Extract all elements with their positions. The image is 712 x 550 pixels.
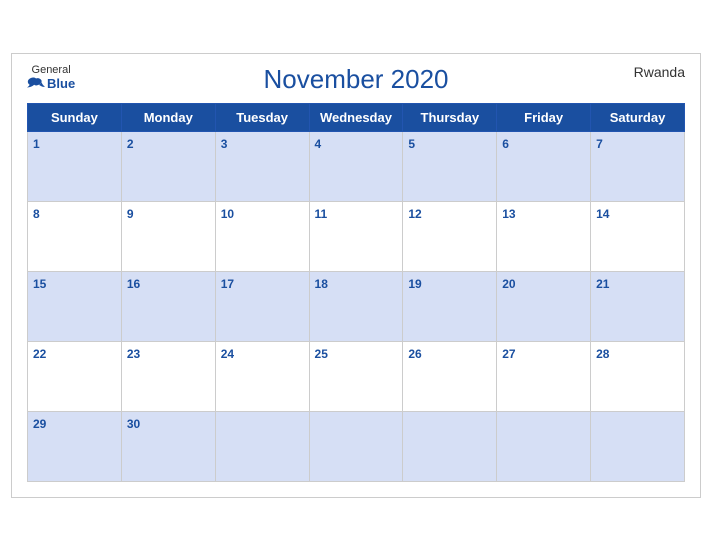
day-number: 9: [127, 207, 134, 221]
calendar-title: November 2020: [264, 64, 449, 95]
day-number: 28: [596, 347, 609, 361]
day-cell: 30: [121, 411, 215, 481]
day-number: 11: [315, 207, 328, 221]
day-cell: 22: [28, 341, 122, 411]
day-cell: 4: [309, 131, 403, 201]
weekday-header-row: SundayMondayTuesdayWednesdayThursdayFrid…: [28, 103, 685, 131]
day-cell: 18: [309, 271, 403, 341]
logo-area: General Blue: [27, 64, 75, 91]
empty-day-cell: [403, 411, 497, 481]
day-number: 22: [33, 347, 46, 361]
day-number: 2: [127, 137, 134, 151]
day-number: 4: [315, 137, 322, 151]
day-number: 3: [221, 137, 228, 151]
day-number: 6: [502, 137, 509, 151]
day-cell: 15: [28, 271, 122, 341]
day-cell: 25: [309, 341, 403, 411]
day-number: 25: [315, 347, 328, 361]
day-cell: 26: [403, 341, 497, 411]
day-cell: 6: [497, 131, 591, 201]
day-cell: 2: [121, 131, 215, 201]
day-number: 8: [33, 207, 40, 221]
calendar-table: SundayMondayTuesdayWednesdayThursdayFrid…: [27, 103, 685, 482]
weekday-header-saturday: Saturday: [591, 103, 685, 131]
logo-blue-text: Blue: [27, 76, 75, 91]
day-cell: 3: [215, 131, 309, 201]
country-label: Rwanda: [634, 64, 685, 80]
day-number: 23: [127, 347, 140, 361]
calendar-week-row: 15 16 17 18 19 20 21: [28, 271, 685, 341]
day-number: 21: [596, 277, 609, 291]
day-number: 16: [127, 277, 140, 291]
day-cell: 7: [591, 131, 685, 201]
day-cell: 12: [403, 201, 497, 271]
day-number: 15: [33, 277, 46, 291]
day-number: 17: [221, 277, 234, 291]
logo-bird-icon: [27, 76, 45, 90]
weekday-header-tuesday: Tuesday: [215, 103, 309, 131]
calendar-container: General Blue November 2020 Rwanda Sunday…: [11, 53, 701, 498]
day-cell: 20: [497, 271, 591, 341]
day-cell: 16: [121, 271, 215, 341]
day-cell: 14: [591, 201, 685, 271]
weekday-header-thursday: Thursday: [403, 103, 497, 131]
day-number: 20: [502, 277, 515, 291]
day-number: 14: [596, 207, 609, 221]
weekday-header-monday: Monday: [121, 103, 215, 131]
day-number: 26: [408, 347, 421, 361]
day-number: 27: [502, 347, 515, 361]
calendar-week-row: 22 23 24 25 26 27 28: [28, 341, 685, 411]
day-cell: 5: [403, 131, 497, 201]
calendar-week-row: 8 9 10 11 12 13 14: [28, 201, 685, 271]
day-cell: 21: [591, 271, 685, 341]
empty-day-cell: [309, 411, 403, 481]
day-number: 19: [408, 277, 421, 291]
day-cell: 13: [497, 201, 591, 271]
day-number: 12: [408, 207, 421, 221]
day-cell: 17: [215, 271, 309, 341]
day-cell: 27: [497, 341, 591, 411]
calendar-week-row: 29 30: [28, 411, 685, 481]
day-cell: 28: [591, 341, 685, 411]
day-cell: 19: [403, 271, 497, 341]
empty-day-cell: [215, 411, 309, 481]
day-number: 13: [502, 207, 515, 221]
day-cell: 1: [28, 131, 122, 201]
weekday-header-friday: Friday: [497, 103, 591, 131]
calendar-week-row: 1 2 3 4 5 6 7: [28, 131, 685, 201]
day-cell: 23: [121, 341, 215, 411]
logo-general-text: General: [32, 64, 71, 76]
day-cell: 8: [28, 201, 122, 271]
day-number: 1: [33, 137, 40, 151]
empty-day-cell: [497, 411, 591, 481]
calendar-header: General Blue November 2020 Rwanda: [27, 64, 685, 95]
day-number: 18: [315, 277, 328, 291]
day-number: 29: [33, 417, 46, 431]
day-cell: 29: [28, 411, 122, 481]
day-number: 5: [408, 137, 415, 151]
day-number: 24: [221, 347, 234, 361]
day-cell: 10: [215, 201, 309, 271]
day-number: 7: [596, 137, 603, 151]
empty-day-cell: [591, 411, 685, 481]
day-cell: 11: [309, 201, 403, 271]
day-cell: 24: [215, 341, 309, 411]
day-number: 30: [127, 417, 140, 431]
day-number: 10: [221, 207, 234, 221]
weekday-header-sunday: Sunday: [28, 103, 122, 131]
weekday-header-wednesday: Wednesday: [309, 103, 403, 131]
day-cell: 9: [121, 201, 215, 271]
